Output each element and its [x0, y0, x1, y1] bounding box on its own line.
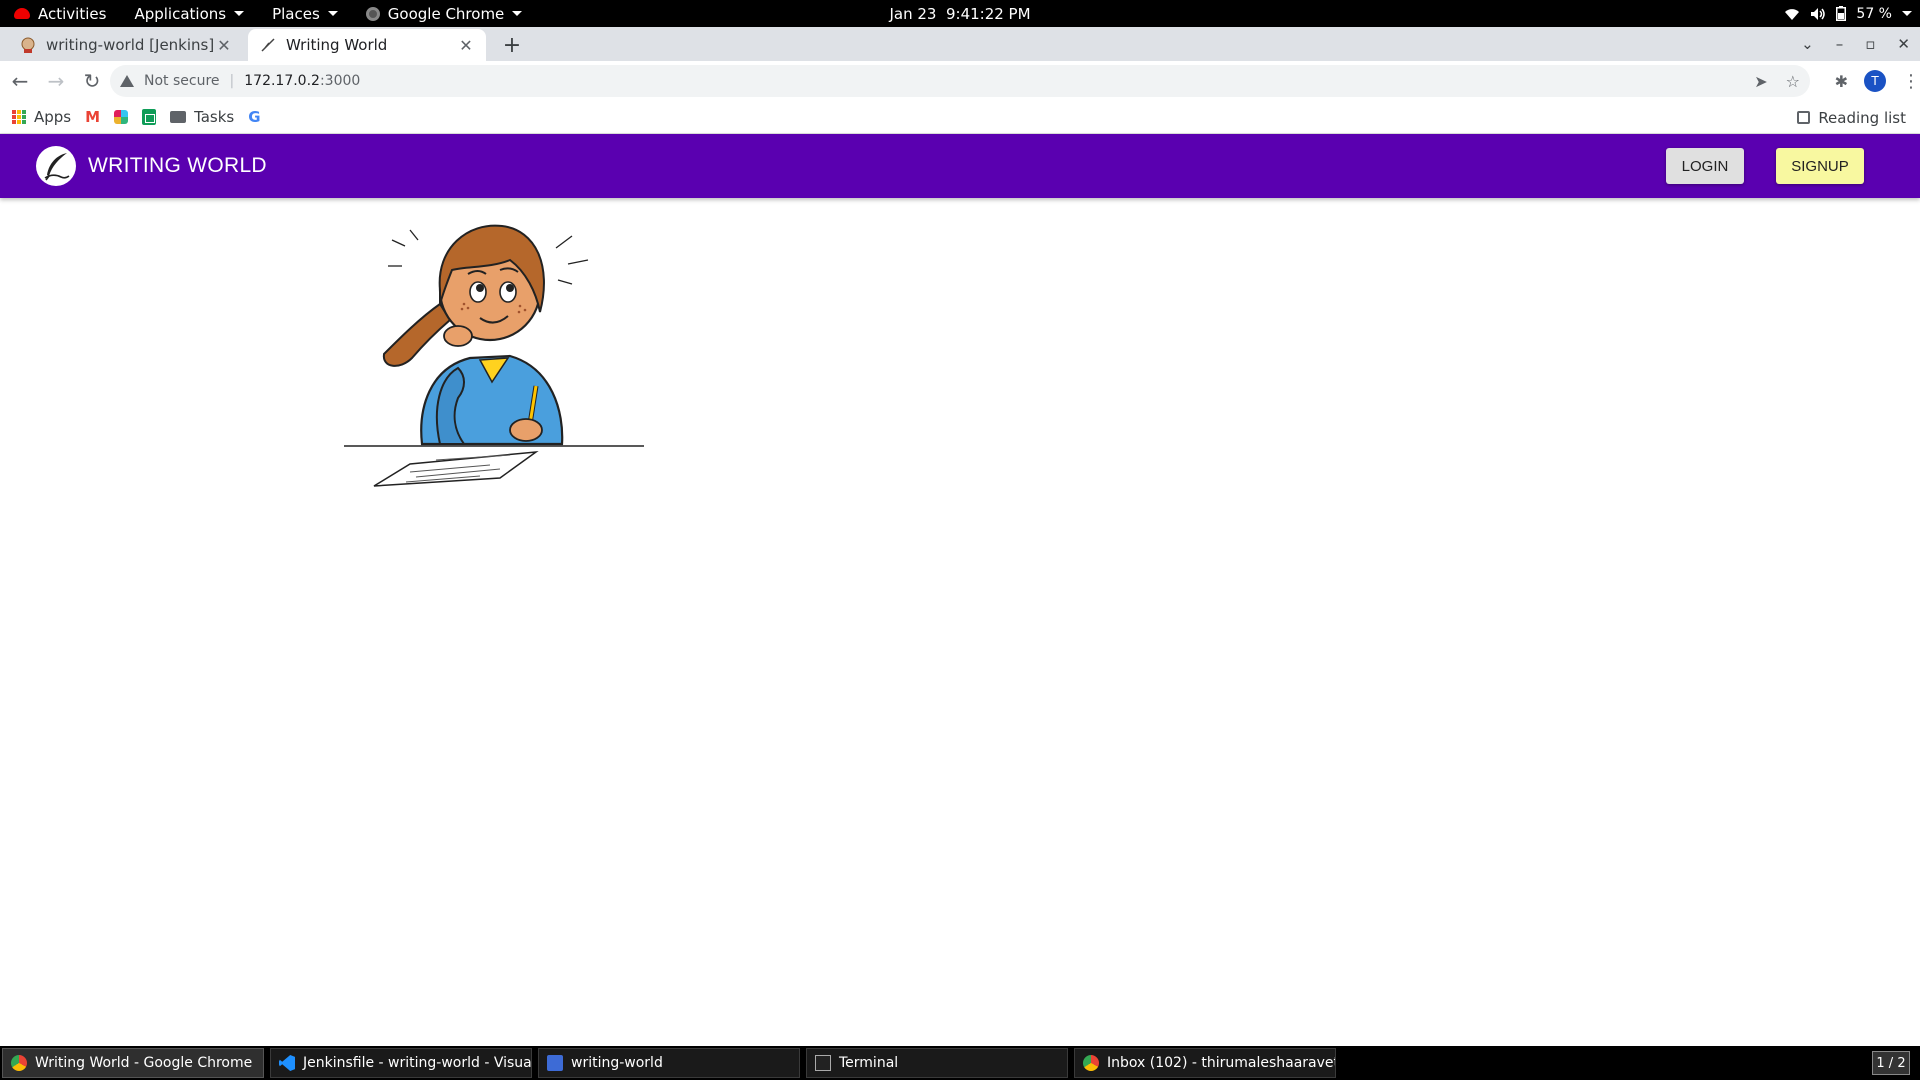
- bookmark-google[interactable]: G: [248, 108, 260, 126]
- caret-down-icon: [234, 11, 245, 16]
- quill-icon: [261, 38, 275, 52]
- forward-button[interactable]: →: [40, 65, 72, 97]
- activities-button[interactable]: Activities: [0, 0, 120, 27]
- url-port: :3000: [319, 73, 361, 89]
- window-list-taskbar: Writing World - Google Chrome Jenkinsfil…: [0, 1046, 1920, 1080]
- taskbar-item-label: Inbox (102) - thirumaleshaaraveti...: [1107, 1055, 1336, 1071]
- app-navbar: WRITING WORLD LOGIN SIGNUP: [0, 134, 1920, 198]
- brand-title[interactable]: WRITING WORLD: [88, 134, 267, 198]
- warning-icon[interactable]: [120, 75, 134, 87]
- terminal-icon: [815, 1055, 831, 1071]
- close-window-icon[interactable]: ✕: [1897, 35, 1910, 53]
- reading-list-label: Reading list: [1818, 108, 1906, 127]
- chrome-icon: [11, 1055, 27, 1071]
- taskbar-item-files[interactable]: writing-world: [538, 1048, 800, 1078]
- extensions-icon[interactable]: ✱: [1835, 72, 1848, 91]
- quill-logo-icon[interactable]: [36, 146, 76, 186]
- applications-menu[interactable]: Applications: [120, 0, 258, 27]
- volume-icon: [1811, 7, 1826, 20]
- separator: |: [229, 73, 235, 89]
- bookmark-sheets[interactable]: [142, 109, 157, 125]
- vscode-icon: [279, 1055, 295, 1071]
- activities-label: Activities: [38, 4, 107, 23]
- tab-search-icon[interactable]: ⌄: [1801, 35, 1814, 53]
- applications-label: Applications: [134, 4, 227, 23]
- taskbar-item-terminal[interactable]: Terminal: [806, 1048, 1068, 1078]
- menu-icon[interactable]: ⋮: [1902, 71, 1920, 92]
- caret-down-icon: [1902, 11, 1912, 16]
- close-icon[interactable]: ✕: [458, 36, 474, 55]
- bookmarks-bar: Apps M Tasks G Reading list: [0, 101, 1920, 134]
- chrome-icon: [1083, 1055, 1099, 1071]
- caret-down-icon: [512, 11, 523, 16]
- minimize-icon[interactable]: –: [1836, 35, 1844, 53]
- app-menu[interactable]: Google Chrome: [352, 0, 537, 27]
- new-tab-button[interactable]: +: [498, 31, 526, 59]
- security-label[interactable]: Not secure: [144, 73, 220, 89]
- system-tray[interactable]: 57 %: [1784, 0, 1912, 27]
- folder-icon: [170, 111, 187, 123]
- files-icon: [547, 1055, 563, 1071]
- slack-icon: [114, 110, 129, 124]
- clock-label: Jan 23 9:41:22 PM: [889, 4, 1031, 23]
- url-host: 172.17.0.2: [244, 73, 320, 89]
- tab-strip: writing-world [Jenkins] ✕ Writing World …: [0, 27, 1920, 61]
- google-icon: G: [248, 108, 261, 126]
- battery-icon: [1836, 6, 1847, 21]
- browser-toolbar: ← → ↻ Not secure | 172.17.0.2:3000 ➤ ☆ ✱…: [0, 61, 1920, 101]
- close-icon[interactable]: ✕: [216, 36, 232, 55]
- signup-button[interactable]: SIGNUP: [1776, 148, 1864, 184]
- back-button[interactable]: ←: [4, 65, 36, 97]
- address-bar[interactable]: Not secure | 172.17.0.2:3000 ➤ ☆: [110, 65, 1810, 97]
- login-button[interactable]: LOGIN: [1666, 148, 1744, 184]
- jenkins-icon: [21, 37, 35, 53]
- bookmark-gmail[interactable]: M: [85, 108, 100, 126]
- quill-icon: [44, 153, 70, 181]
- app-menu-label: Google Chrome: [387, 4, 505, 23]
- places-label: Places: [272, 4, 320, 23]
- taskbar-item-label: Terminal: [839, 1055, 899, 1071]
- taskbar-item-label: Jenkinsfile - writing-world - Visual...: [303, 1055, 532, 1071]
- bookmark-slack[interactable]: [114, 110, 129, 124]
- sheets-icon: [142, 109, 157, 125]
- wifi-icon: [1785, 8, 1800, 20]
- reading-list-icon: [1797, 111, 1811, 124]
- maximize-icon[interactable]: ▫: [1865, 35, 1875, 53]
- reading-list-button[interactable]: Reading list: [1797, 101, 1906, 134]
- places-menu[interactable]: Places: [258, 0, 352, 27]
- window-controls: ⌄ – ▫ ✕: [1801, 27, 1910, 61]
- clock[interactable]: Jan 23 9:41:22 PM: [889, 0, 1030, 27]
- apps-grid-icon: [12, 110, 26, 124]
- tab-jenkins[interactable]: writing-world [Jenkins] ✕: [8, 29, 244, 61]
- taskbar-item-label: Writing World - Google Chrome: [35, 1055, 253, 1071]
- taskbar-item-chrome-writing-world[interactable]: Writing World - Google Chrome: [2, 1048, 264, 1078]
- battery-percent: 57 %: [1856, 5, 1892, 22]
- taskbar-item-chrome-inbox[interactable]: Inbox (102) - thirumaleshaaraveti...: [1074, 1048, 1336, 1078]
- bookmark-apps[interactable]: Apps: [12, 108, 71, 126]
- chrome-icon: [365, 6, 380, 21]
- girl-writing-illustration: [344, 224, 644, 487]
- tab-title: Writing World: [286, 36, 388, 54]
- bookmark-tasks[interactable]: Tasks: [170, 108, 234, 126]
- reload-button[interactable]: ↻: [76, 65, 108, 97]
- send-icon[interactable]: ➤: [1754, 72, 1767, 91]
- bookmark-tasks-label: Tasks: [194, 108, 235, 126]
- workspace-indicator[interactable]: 1 / 2: [1872, 1051, 1910, 1075]
- gnome-top-bar: Activities Applications Places Google Ch…: [0, 0, 1920, 27]
- taskbar-item-label: writing-world: [571, 1055, 663, 1071]
- tab-writing-world[interactable]: Writing World ✕: [248, 29, 486, 61]
- omnibox-actions: ➤ ☆: [1754, 65, 1800, 97]
- toolbar-right: ✱ T ⋮: [1835, 61, 1920, 101]
- bookmark-apps-label: Apps: [34, 108, 72, 126]
- tab-title: writing-world [Jenkins]: [46, 36, 215, 54]
- redhat-icon: [14, 8, 30, 19]
- profile-avatar[interactable]: T: [1864, 70, 1886, 92]
- caret-down-icon: [327, 11, 338, 16]
- star-icon[interactable]: ☆: [1786, 72, 1800, 91]
- taskbar-item-vscode[interactable]: Jenkinsfile - writing-world - Visual...: [270, 1048, 532, 1078]
- gmail-icon: M: [85, 108, 101, 126]
